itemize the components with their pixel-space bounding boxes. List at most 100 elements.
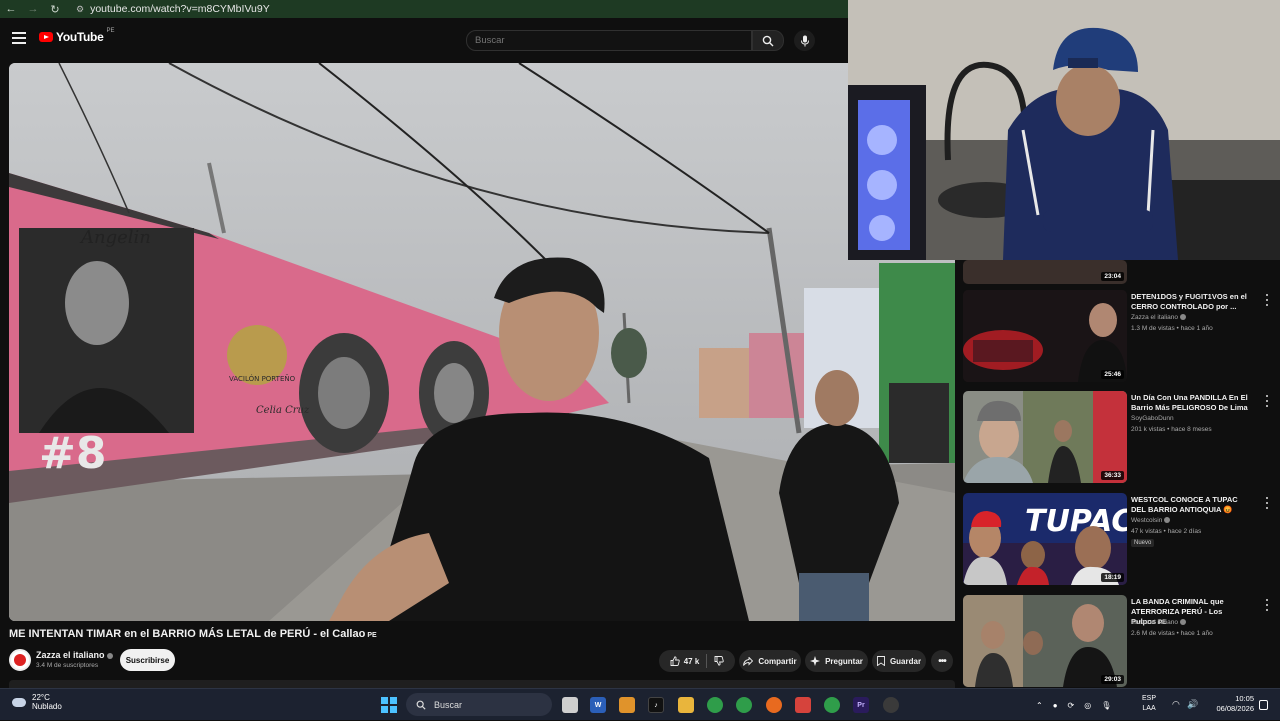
search-button[interactable] bbox=[752, 30, 784, 51]
volume-icon[interactable]: 🔊 bbox=[1187, 699, 1198, 710]
site-info-icon[interactable]: ⚙ bbox=[76, 4, 84, 15]
recommendation-title[interactable]: DETEN1DOS y FUGIT1VOS en el CERRO CONTRO… bbox=[1131, 292, 1249, 312]
language-indicator[interactable]: ESP LAA bbox=[1142, 694, 1156, 714]
wifi-icon[interactable]: ◠ bbox=[1172, 699, 1180, 710]
recommendation-thumbnail[interactable]: 25:46 bbox=[963, 290, 1127, 382]
recommendation-thumbnail[interactable]: 29:03 bbox=[963, 595, 1127, 687]
chrome-active-icon[interactable] bbox=[824, 697, 840, 713]
chrome-icon[interactable] bbox=[707, 697, 723, 713]
file-explorer-icon[interactable] bbox=[562, 697, 578, 713]
microphone-icon[interactable]: 🎙 bbox=[1101, 701, 1111, 710]
folder-icon[interactable] bbox=[678, 697, 694, 713]
browser-toolbar: ← → ↻ ⚙ youtube.com/watch?v=m8CYMbIVu9Y bbox=[0, 0, 848, 18]
notification-icon[interactable] bbox=[1259, 700, 1268, 710]
save-button[interactable]: Guardar bbox=[872, 650, 926, 672]
tray-app-icon[interactable]: ● bbox=[1053, 701, 1058, 710]
recommendation-channel-text: Westcolsin bbox=[1131, 517, 1163, 524]
address-bar-url: youtube.com/watch?v=m8CYMbIVu9Y bbox=[90, 3, 270, 15]
taskbar-search-label: Buscar bbox=[434, 699, 463, 710]
more-horizontal-icon: ••• bbox=[938, 655, 946, 667]
start-button[interactable] bbox=[381, 697, 397, 713]
new-badge: Nuevo bbox=[1131, 539, 1155, 547]
recommendation-thumbnail[interactable]: TUPAC 18:19 bbox=[963, 493, 1127, 585]
mural-script-text: Celia Cruz bbox=[256, 405, 310, 416]
address-bar[interactable]: ⚙ youtube.com/watch?v=m8CYMbIVu9Y bbox=[70, 1, 276, 17]
firefox-icon[interactable] bbox=[766, 697, 782, 713]
recommendation-meta: 2.6 M de vistas • hace 1 año bbox=[1131, 630, 1213, 637]
chrome-icon[interactable] bbox=[736, 697, 752, 713]
search-icon bbox=[762, 35, 774, 46]
recommendation-thumbnail[interactable]: 23:04 bbox=[963, 260, 1127, 284]
obs-icon[interactable] bbox=[883, 697, 899, 713]
recommendation-meta: 47 k vistas • hace 2 días bbox=[1131, 528, 1202, 535]
recommendation-channel[interactable]: SoyGaboDunn bbox=[1131, 415, 1174, 422]
word-icon[interactable]: W bbox=[590, 697, 606, 713]
recommendation-thumbnail[interactable]: 36:33 bbox=[963, 391, 1127, 483]
youtube-play-icon bbox=[39, 32, 53, 42]
language-code: ESP bbox=[1142, 695, 1157, 702]
like-button[interactable]: 47 k bbox=[670, 656, 700, 666]
forward-icon[interactable]: → bbox=[22, 0, 44, 18]
recommendation-item[interactable]: TUPAC 18:19 WESTCOL CONOCE A TUPAC DEL B… bbox=[963, 493, 1273, 589]
reload-icon[interactable]: ↻ bbox=[44, 0, 66, 18]
video-title: ME INTENTAN TIMAR en el BARRIO MÁS LETAL… bbox=[9, 628, 377, 640]
more-vertical-icon[interactable] bbox=[1264, 599, 1270, 611]
chevron-up-icon[interactable]: ⌃ bbox=[1036, 701, 1043, 710]
description-box-edge bbox=[9, 680, 955, 688]
clock[interactable]: 10:05 06/08/2026 bbox=[1208, 694, 1254, 714]
video-player[interactable]: Angelin #8 VACILÓN PORTEÑO Celia Cruz bbox=[9, 63, 955, 621]
recommendation-channel[interactable]: Westcolsin bbox=[1131, 517, 1171, 524]
recommendation-title[interactable]: Un Día Con Una PANDILLA En El Barrio Más… bbox=[1131, 393, 1249, 413]
tiktok-icon[interactable]: ♪ bbox=[648, 697, 664, 713]
share-button[interactable]: Compartir bbox=[739, 650, 801, 672]
ask-label: Preguntar bbox=[825, 656, 863, 666]
search-input[interactable] bbox=[466, 30, 752, 51]
weather-widget[interactable]: 22°C Nublado bbox=[12, 693, 62, 711]
microphone-icon bbox=[800, 35, 809, 46]
video-duration: 25:46 bbox=[1101, 370, 1124, 379]
store-icon[interactable] bbox=[619, 697, 635, 713]
menu-icon[interactable] bbox=[12, 32, 26, 44]
more-vertical-icon[interactable] bbox=[1264, 497, 1270, 509]
recommendation-item[interactable]: 29:03 LA BANDA CRIMINAL que ATERRORIZA P… bbox=[963, 595, 1273, 691]
taskbar-search[interactable]: Buscar bbox=[406, 693, 552, 716]
channel-name-text: Zazza el italiano bbox=[36, 650, 105, 660]
premiere-icon[interactable]: Pr bbox=[853, 697, 869, 713]
like-dislike-group: 47 k bbox=[659, 650, 735, 672]
recommendation-meta: 201 k vistas • hace 8 meses bbox=[1131, 426, 1212, 433]
channel-avatar[interactable] bbox=[9, 649, 31, 671]
logo-country-code: PE bbox=[106, 28, 115, 34]
more-vertical-icon[interactable] bbox=[1264, 294, 1270, 306]
voice-search-button[interactable] bbox=[794, 30, 815, 51]
recommendation-channel[interactable]: Zazza el italiano bbox=[1131, 314, 1186, 321]
recommendation-channel[interactable]: Zazza el italiano bbox=[1131, 619, 1186, 626]
ask-button[interactable]: Preguntar bbox=[805, 650, 868, 672]
mural-number-text: #8 bbox=[39, 428, 106, 479]
save-label: Guardar bbox=[889, 656, 922, 666]
like-count: 47 k bbox=[683, 656, 700, 666]
dislike-button[interactable] bbox=[714, 656, 725, 666]
back-icon[interactable]: ← bbox=[0, 0, 22, 18]
tray-app-icon[interactable]: ◎ bbox=[1084, 701, 1091, 710]
app-icon[interactable] bbox=[795, 697, 811, 713]
sync-icon[interactable]: ⟳ bbox=[1068, 701, 1075, 710]
subscribe-button[interactable]: Suscribirse bbox=[120, 649, 175, 671]
mural-badge-text: VACILÓN PORTEÑO bbox=[229, 374, 296, 383]
more-actions-button[interactable]: ••• bbox=[931, 650, 953, 672]
more-vertical-icon[interactable] bbox=[1264, 395, 1270, 407]
recommendation-item[interactable]: 25:46 DETEN1DOS y FUGIT1VOS en el CERRO … bbox=[963, 290, 1273, 386]
webcam-overlay bbox=[848, 0, 1280, 260]
verified-icon bbox=[1179, 314, 1186, 321]
youtube-logo-text: YouTube bbox=[56, 30, 104, 44]
bookmark-icon bbox=[876, 656, 885, 666]
verified-icon bbox=[106, 652, 113, 659]
youtube-logo[interactable]: YouTube PE bbox=[39, 28, 115, 44]
recommendation-title[interactable]: WESTCOL CONOCE A TUPAC DEL BARRIO ANTIOQ… bbox=[1131, 495, 1249, 515]
youtube-header: YouTube PE bbox=[0, 18, 848, 62]
recommendation-item[interactable]: 36:33 Un Día Con Una PANDILLA En El Barr… bbox=[963, 391, 1273, 487]
recommendation-channel-text: Zazza el italiano bbox=[1131, 619, 1178, 626]
mural-name-text: Angelin bbox=[79, 227, 151, 248]
recommendation-item[interactable]: 23:04 bbox=[963, 260, 1273, 286]
clock-date: 06/08/2026 bbox=[1216, 704, 1254, 713]
channel-name[interactable]: Zazza el italiano bbox=[36, 650, 113, 660]
